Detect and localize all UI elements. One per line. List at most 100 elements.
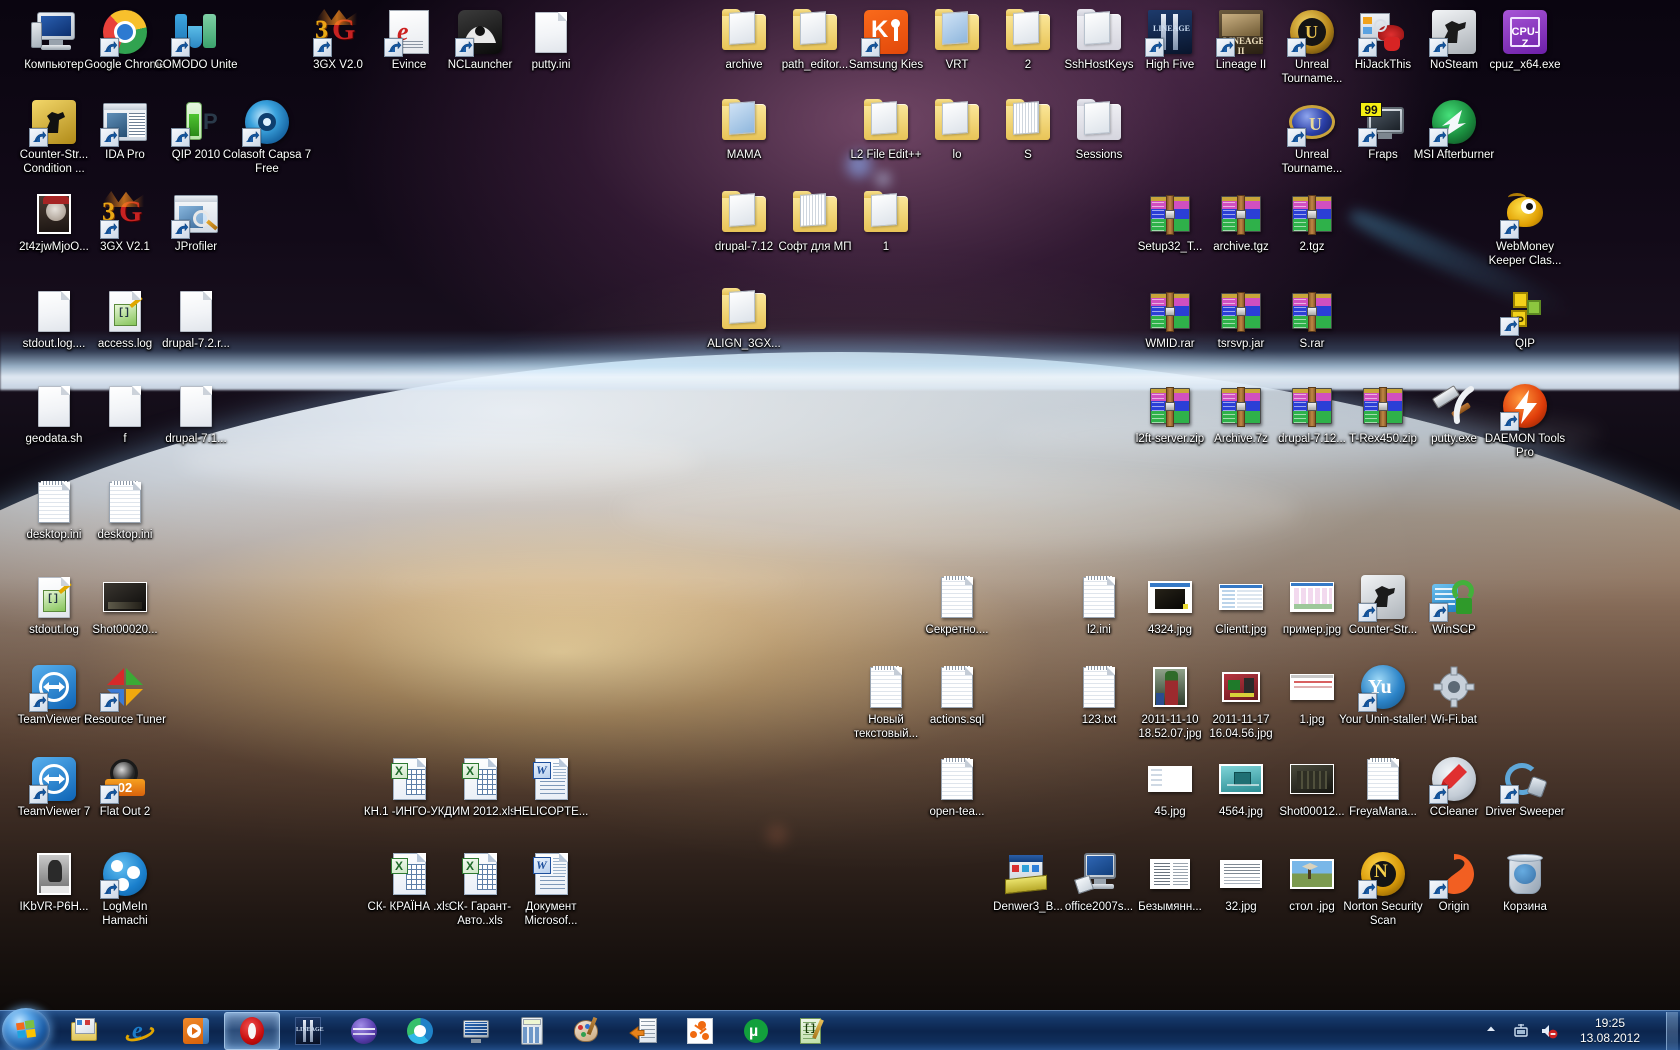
taskbar-button-maxthon[interactable]	[392, 1012, 448, 1050]
shortcut-arrow-icon	[105, 130, 118, 142]
desktop-icon[interactable]: Корзина	[1479, 850, 1571, 915]
desktop-icon-glyph	[1217, 663, 1265, 711]
excel-file-icon: X	[390, 758, 426, 800]
desktop-icon[interactable]: 02 Flat Out 2	[79, 755, 171, 820]
desktop-icon[interactable]: putty.ini	[505, 8, 597, 73]
taskbar-buttons[interactable]: e LINEAGE µ []	[56, 1011, 840, 1050]
desktop-icon-glyph	[1429, 573, 1478, 622]
utorrent-icon: µ	[741, 1016, 771, 1046]
desktop-icon[interactable]: open-tea...	[911, 755, 1003, 820]
desktop-icon-label: Sessions	[1075, 149, 1123, 161]
desktop-icon[interactable]: 2.tgz	[1266, 190, 1358, 255]
desktop-icon-label: JProfiler	[174, 241, 218, 253]
desktop-icon-label: Wi-Fi.bat	[1431, 714, 1477, 726]
desktop-icon[interactable]: COMODO Unite	[150, 8, 242, 73]
desktop-icon-label: LogMeIn Hamachi	[102, 901, 148, 927]
document-icon	[180, 385, 212, 427]
taskbar[interactable]: e LINEAGE µ[] 19:25 13.08.2012	[0, 1008, 1680, 1050]
folder-icon	[1006, 9, 1050, 50]
desktop-icon[interactable]: Sessions	[1053, 98, 1145, 163]
taskbar-button-paint[interactable]	[560, 1012, 616, 1050]
desktop-icon[interactable]: drupal-7.2.r...	[150, 287, 242, 352]
folder-icon	[793, 9, 837, 50]
volume-muted-icon[interactable]	[1540, 1022, 1558, 1040]
desktop-icon-glyph	[1217, 573, 1265, 621]
desktop-icon[interactable]: WebMoney Keeper Clas...	[1479, 190, 1571, 268]
desktop-icon[interactable]: WinSCP	[1408, 573, 1500, 638]
shortcut-arrow-icon	[866, 40, 879, 52]
desktop-icon[interactable]: W HELICOPTE...	[505, 755, 597, 820]
taskbar-button-explorer[interactable]	[56, 1012, 112, 1050]
taskbar-button-notepad-plus[interactable]: []	[784, 1012, 840, 1050]
system-tray[interactable]: 19:25 13.08.2012	[1484, 1011, 1680, 1050]
taskbar-button-calculator[interactable]	[504, 1012, 560, 1050]
desktop-icon[interactable]: W Документ Microsof...	[505, 850, 597, 928]
folder-icon	[722, 191, 766, 232]
desktop-icon[interactable]: ALIGN_3GX...	[698, 287, 790, 352]
text-file-icon	[109, 480, 141, 523]
office-setup-icon	[1074, 853, 1122, 895]
desktop-icon[interactable]: Colasoft Capsa 7 Free	[221, 98, 313, 176]
desktop-icon-glyph	[1288, 190, 1336, 238]
taskbar-button-remote-desktop[interactable]	[448, 1012, 504, 1050]
taskbar-button-lineage2[interactable]: LINEAGE	[280, 1012, 336, 1050]
notepad-export-icon	[629, 1016, 659, 1046]
taskbar-button-utorrent-orange[interactable]	[672, 1012, 728, 1050]
desktop-icon[interactable]: JProfiler	[150, 190, 242, 255]
excel-file-icon: X	[461, 758, 497, 800]
archive-icon	[1150, 292, 1190, 332]
desktop-icon[interactable]: Shot00020...	[79, 573, 171, 638]
document-icon	[38, 385, 70, 427]
desktop-icon-glyph	[172, 287, 220, 335]
desktop-icon[interactable]: CPU-Z cpuz_x64.exe	[1479, 8, 1571, 73]
desktop-icon[interactable]: S.rar	[1266, 287, 1358, 352]
desktop-icon-glyph	[1288, 663, 1336, 711]
taskbar-button-notepad-export[interactable]	[616, 1012, 672, 1050]
desktop-icon[interactable]: Wi-Fi.bat	[1408, 663, 1500, 728]
desktop-icon-label: 1	[882, 241, 890, 253]
desktop-icon[interactable]: MAMA	[698, 98, 790, 163]
desktop-icon-label: ALIGN_3GX...	[707, 338, 781, 350]
desktop-icon-label: Flat Out 2	[99, 806, 151, 818]
desktop-icon-glyph: X	[385, 755, 433, 803]
desktop-icon-glyph	[1501, 850, 1549, 898]
desktop-icon[interactable]: Resource Tuner	[79, 663, 171, 728]
desktop-icon[interactable]: drupal-7.1...	[150, 382, 242, 447]
taskbar-button-utorrent[interactable]: µ	[728, 1012, 784, 1050]
desktop-icon-glyph	[791, 8, 839, 56]
desktop-icon-glyph	[29, 663, 78, 712]
desktop-icon[interactable]: MSI Afterburner	[1408, 98, 1500, 163]
desktop-icon[interactable]: desktop.ini	[79, 478, 171, 543]
desktop-icon-glyph: K	[861, 8, 910, 57]
archive-icon	[1292, 387, 1332, 427]
desktop-icon[interactable]: DAEMON Tools Pro	[1479, 382, 1571, 460]
taskbar-button-ultraiso[interactable]	[336, 1012, 392, 1050]
taskbar-button-internet-explorer[interactable]: e	[112, 1012, 168, 1050]
desktop-icon[interactable]: 1	[840, 190, 932, 255]
desktop-icon[interactable]: actions.sql	[911, 663, 1003, 728]
clock[interactable]: 19:25 13.08.2012	[1568, 1016, 1652, 1046]
desktop-icon[interactable]: P QIP	[1479, 287, 1571, 352]
desktop-icon-glyph	[1075, 573, 1123, 621]
desktop-icon-glyph: W	[527, 755, 575, 803]
taskbar-button-media-player[interactable]	[168, 1012, 224, 1050]
shortcut-arrow-icon	[105, 882, 118, 894]
network-icon[interactable]	[1512, 1022, 1530, 1040]
desktop-icon-glyph	[1429, 98, 1478, 147]
desktop-root[interactable]: Компьютер Counter-Str... Condition ... 2t4…	[0, 0, 1680, 1050]
remote-desktop-icon	[461, 1016, 491, 1046]
taskbar-button-opera[interactable]	[224, 1012, 280, 1050]
desktop-icon[interactable]: Driver Sweeper	[1479, 755, 1571, 820]
show-desktop-button[interactable]	[1666, 1012, 1678, 1050]
desktop-icon-glyph	[1359, 382, 1407, 430]
show-hidden-icons-button[interactable]	[1484, 1022, 1502, 1040]
explorer-icon	[69, 1016, 99, 1046]
screenshot-thumbnail	[103, 582, 147, 612]
desktop-icon[interactable]: LogMeIn Hamachi	[79, 850, 171, 928]
desktop-icon[interactable]: Секретно....	[911, 573, 1003, 638]
desktop-icon-glyph	[1217, 755, 1265, 803]
start-button[interactable]	[2, 1008, 50, 1050]
calculator-icon	[517, 1016, 547, 1046]
shortcut-arrow-icon	[1221, 40, 1234, 52]
shortcut-arrow-icon	[1363, 695, 1376, 707]
